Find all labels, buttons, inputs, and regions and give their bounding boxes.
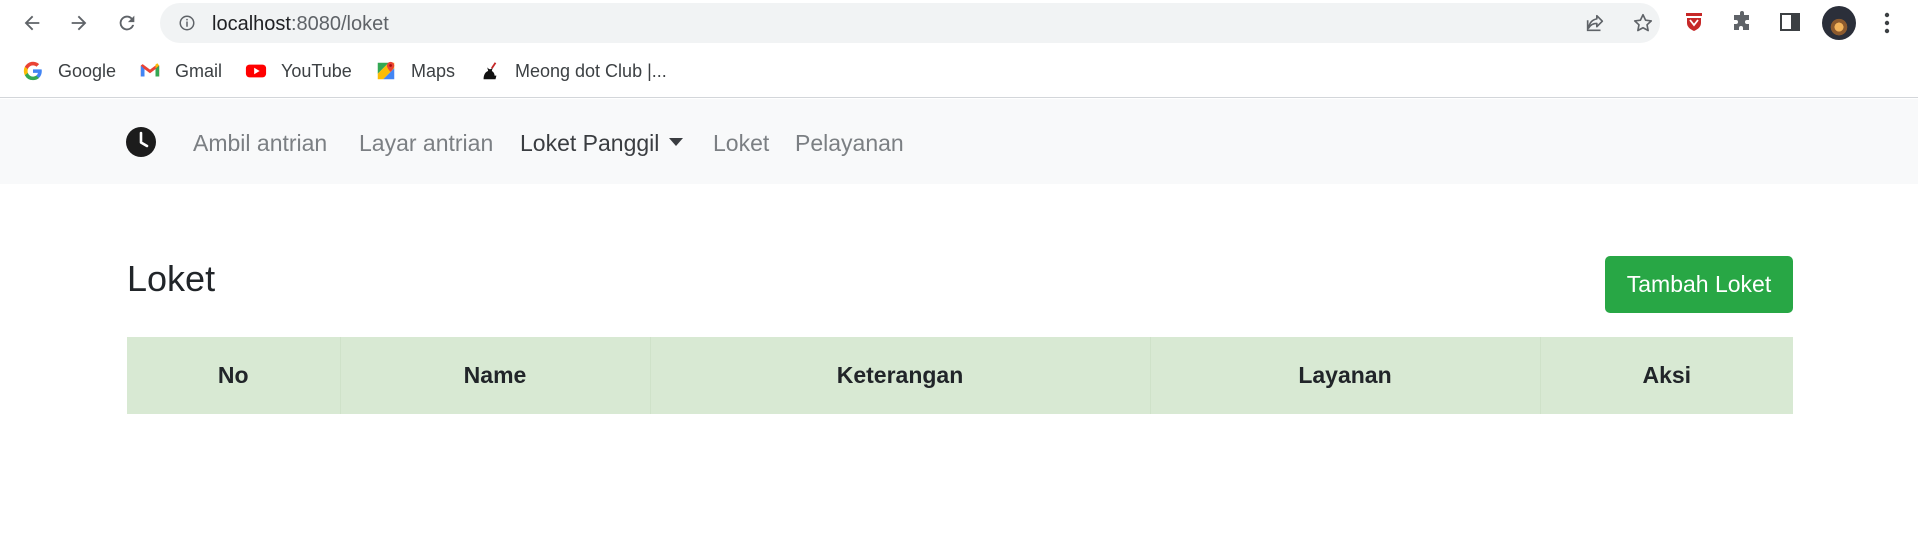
bookmark-label: Google bbox=[58, 60, 117, 81]
column-header-no[interactable]: No bbox=[127, 337, 341, 414]
table-header-row: No Name Keterangan Layanan Aksi bbox=[127, 337, 1793, 414]
maps-icon bbox=[377, 61, 395, 80]
forward-button[interactable] bbox=[65, 9, 93, 37]
more-menu-icon[interactable] bbox=[1880, 11, 1894, 35]
tambah-loket-button[interactable]: Tambah Loket bbox=[1605, 256, 1793, 313]
share-icon[interactable] bbox=[1584, 12, 1606, 34]
bookmark-label: Gmail bbox=[175, 60, 223, 81]
reload-button[interactable] bbox=[113, 9, 141, 37]
bookmark-google[interactable]: Google bbox=[22, 58, 116, 84]
column-header-aksi[interactable]: Aksi bbox=[1540, 337, 1793, 414]
nav-loket-panggil-label: Loket Panggil bbox=[520, 130, 660, 156]
bookmark-maps[interactable]: Maps bbox=[375, 58, 455, 84]
browser-toolbar: localhost:8080/loket bbox=[0, 0, 1918, 46]
address-bar[interactable]: localhost:8080/loket bbox=[160, 3, 1660, 43]
bookmark-label: Maps bbox=[411, 60, 456, 81]
reload-icon bbox=[119, 15, 135, 31]
app-navbar: Ambil antrian Layar antrian Loket Panggi… bbox=[0, 99, 1918, 184]
nav-loket-panggil-dropdown[interactable]: Loket Panggil bbox=[520, 130, 684, 157]
site-info-icon[interactable] bbox=[178, 14, 196, 32]
table-header: No Name Keterangan Layanan Aksi bbox=[127, 337, 1793, 414]
nav-layar-antrian[interactable]: Layar antrian bbox=[359, 130, 493, 157]
gmail-icon bbox=[140, 63, 160, 77]
column-header-layanan[interactable]: Layanan bbox=[1150, 337, 1541, 414]
back-button[interactable] bbox=[18, 9, 46, 37]
arrow-left-icon bbox=[24, 15, 40, 31]
cat-icon bbox=[483, 62, 497, 80]
youtube-icon bbox=[245, 64, 267, 78]
column-header-name[interactable]: Name bbox=[340, 337, 651, 414]
loket-table: No Name Keterangan Layanan Aksi bbox=[127, 337, 1793, 414]
nav-ambil-antrian[interactable]: Ambil antrian bbox=[193, 130, 327, 157]
side-panel-icon[interactable] bbox=[1778, 10, 1802, 34]
bookmarks-bar: Google Gmail YouTube Maps Meong dot Club… bbox=[0, 46, 1918, 98]
extensions-puzzle-icon[interactable] bbox=[1730, 10, 1754, 34]
bookmark-label: YouTube bbox=[281, 60, 352, 81]
caret-down-icon bbox=[669, 137, 684, 146]
arrow-right-icon bbox=[71, 15, 87, 31]
bookmark-youtube[interactable]: YouTube bbox=[245, 58, 352, 84]
bookmark-meong-dot-club[interactable]: Meong dot Club |... bbox=[479, 58, 667, 84]
extension-shield-icon[interactable] bbox=[1682, 10, 1706, 34]
google-icon bbox=[23, 61, 42, 81]
column-header-keterangan[interactable]: Keterangan bbox=[650, 337, 1151, 414]
bookmark-star-icon[interactable] bbox=[1632, 12, 1654, 34]
nav-loket[interactable]: Loket bbox=[713, 130, 769, 157]
url-text[interactable]: localhost:8080/loket bbox=[212, 13, 389, 36]
nav-pelayanan[interactable]: Pelayanan bbox=[795, 130, 904, 157]
url-path: :8080/loket bbox=[290, 13, 389, 35]
url-host: localhost bbox=[212, 13, 291, 35]
bookmark-label: Meong dot Club |... bbox=[515, 60, 667, 81]
profile-avatar[interactable] bbox=[1822, 6, 1856, 40]
bookmark-gmail[interactable]: Gmail bbox=[139, 58, 222, 84]
page-title: Loket bbox=[127, 258, 216, 299]
clock-icon[interactable] bbox=[126, 127, 156, 157]
